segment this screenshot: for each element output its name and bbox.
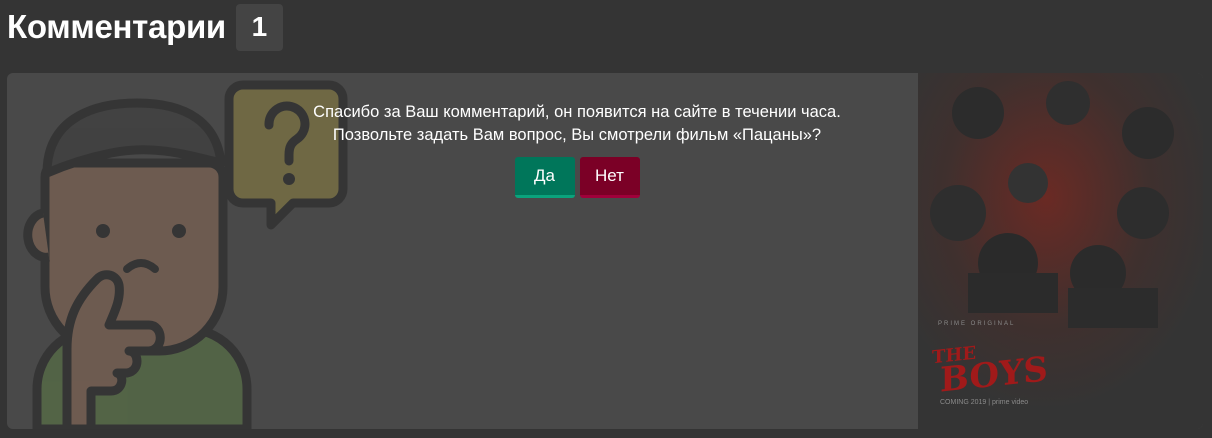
poster-top-text: PRIME ORIGINAL xyxy=(938,321,1016,327)
question-text: Позвольте задать Вам вопрос, Вы смотрели… xyxy=(332,126,822,144)
no-button[interactable]: Нет xyxy=(579,157,640,198)
the-boys-poster: PRIME ORIGINAL THE BOYS COMING 2019 | pr… xyxy=(918,73,1203,429)
comments-header: Комментарии 1 xyxy=(7,3,283,51)
comments-section: Комментарии 1 PRIME ORIGINAL THE BOYS CO… xyxy=(0,0,1212,438)
thanks-message: Спасибо за Ваш комментарий, он появится … xyxy=(313,103,841,121)
comment-prompt-card: PRIME ORIGINAL THE BOYS COMING 2019 | pr… xyxy=(7,73,1203,429)
poster-bottom-text: COMING 2019 | prime video xyxy=(940,399,1029,406)
question-block: Спасибо за Ваш комментарий, он появится … xyxy=(247,101,907,198)
yes-button[interactable]: Да xyxy=(514,157,575,198)
comments-count-badge: 1 xyxy=(235,3,283,51)
comments-title: Комментарии xyxy=(7,8,226,45)
answer-buttons: Да Нет xyxy=(247,157,907,198)
